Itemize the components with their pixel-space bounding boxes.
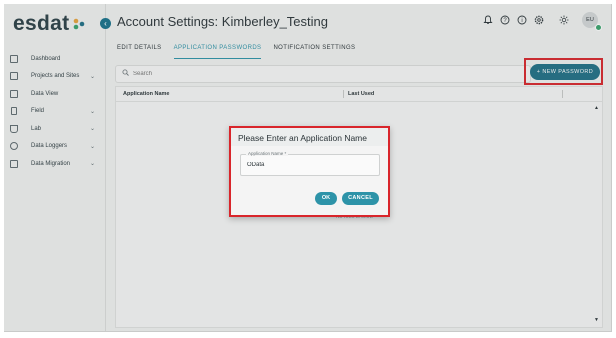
dialog-title: Please Enter an Application Name: [238, 133, 367, 143]
application-name-field: Application Name *: [240, 151, 380, 176]
cancel-button[interactable]: CANCEL: [342, 192, 379, 205]
collapse-sidebar-button[interactable]: ‹: [100, 18, 111, 29]
application-name-input[interactable]: [247, 160, 367, 170]
ok-button[interactable]: OK: [315, 192, 337, 205]
application-name-label: Application Name *: [246, 151, 289, 156]
application-name-dialog: Please Enter an Application Name Applica…: [229, 126, 390, 217]
app-window: esdat Dashboard Projects and Sites ⌄ Dat…: [4, 4, 612, 332]
